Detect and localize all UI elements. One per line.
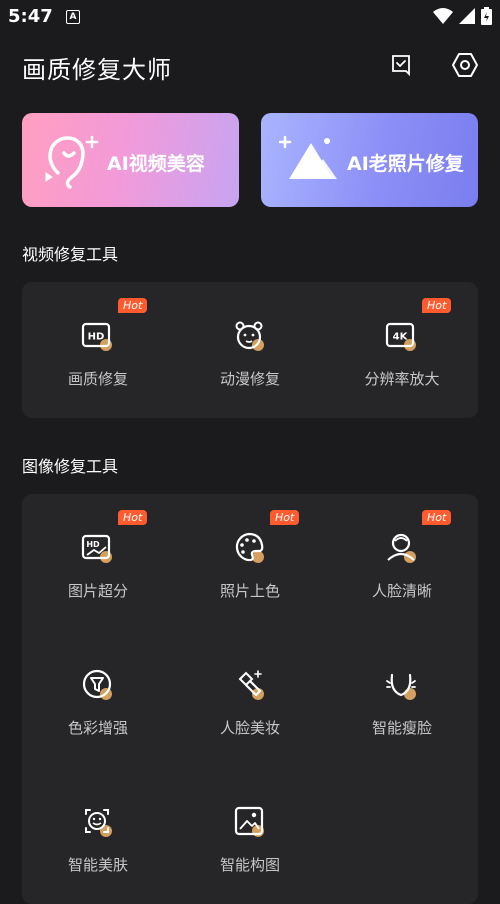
tool-anime-repair[interactable]: 动漫修复 [174,282,326,412]
hot-badge: Hot [270,510,300,525]
image-tools-card: Hot HD 图片超分 Hot 照片上色 Hot 人脸清晰 色彩增强 人脸美妆 … [22,494,478,904]
settings-icon[interactable] [450,50,480,80]
tool-color-enhance[interactable]: 色彩增强 [22,631,174,761]
4k-icon: 4K [385,322,416,351]
tool-label: 动漫修复 [219,370,280,388]
status-icons [433,7,492,25]
tool-label: 图片超分 [67,582,128,600]
ai-old-photo-banner[interactable]: AI老照片修复 [261,113,478,207]
tool-photo-colorize[interactable]: Hot 照片上色 [174,494,326,624]
tool-quality-repair[interactable]: Hot HD 画质修复 [22,282,174,412]
ai-video-beauty-label: AI视频美容 [107,153,205,175]
app-title: 画质修复大师 [22,56,172,84]
hot-badge: Hot [118,298,148,313]
image-frame-icon [234,806,264,837]
signal-icon [459,8,475,24]
smile-face-icon [85,809,112,837]
status-bar: 5:47 A [0,0,500,34]
battery-icon [481,7,492,25]
hot-badge: Hot [118,510,148,525]
ai-video-beauty-banner[interactable]: AI视频美容 [22,113,239,207]
ai-old-photo-label: AI老照片修复 [347,153,464,175]
notification-app-icon: A [66,10,80,24]
face-sparkle-icon [45,135,99,189]
lipstick-icon [238,670,264,700]
hot-badge: Hot [422,510,452,525]
tool-label: 照片上色 [219,582,280,600]
tool-label: 人脸美妆 [219,719,280,737]
status-time: 5:47 [8,6,53,27]
video-tools-card: Hot HD 画质修复 动漫修复 Hot 4K 分辨率放大 [22,282,478,418]
face-contour-icon [386,673,416,700]
message-icon[interactable] [386,50,416,80]
tool-label: 分辨率放大 [364,370,440,388]
tool-smart-skin-beauty[interactable]: 智能美肤 [22,768,174,898]
wifi-icon [433,8,453,24]
app-header: 画质修复大师 [0,42,500,90]
tool-label: 智能构图 [219,856,280,874]
bear-face-icon [235,321,264,351]
tool-label: 色彩增强 [67,719,128,737]
svg-text:HD: HD [86,540,100,549]
tool-label: 智能瘦脸 [371,719,432,737]
svg-text:4K: 4K [393,332,409,343]
hd-icon: HD [81,322,112,351]
hot-badge: Hot [422,298,452,313]
filter-icon [82,669,112,700]
tool-label: 人脸清晰 [371,582,432,600]
tool-image-super-resolution[interactable]: Hot HD 图片超分 [22,494,174,624]
tool-face-clarity[interactable]: Hot 人脸清晰 [326,494,478,624]
svg-text:HD: HD [88,332,105,343]
hd-image-icon: HD [81,534,112,563]
image-section-title: 图像修复工具 [22,457,119,476]
tool-resolution-upscale[interactable]: Hot 4K 分辨率放大 [326,282,478,412]
tool-smart-composition[interactable]: 智能构图 [174,768,326,898]
video-section-title: 视频修复工具 [22,245,119,264]
tool-smart-face-slim[interactable]: 智能瘦脸 [326,631,478,761]
tool-label: 智能美肤 [67,856,128,874]
portrait-icon [387,533,416,563]
palette-icon [235,532,264,563]
mountain-sparkle-icon [279,135,337,179]
tool-label: 画质修复 [67,370,128,388]
tool-face-makeup[interactable]: 人脸美妆 [174,631,326,761]
